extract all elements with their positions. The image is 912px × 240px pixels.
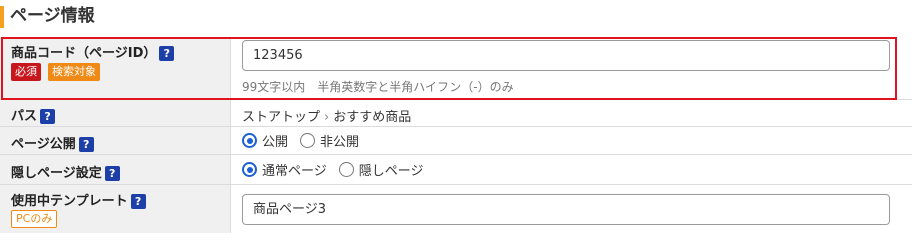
radio-unchecked-icon[interactable] [338, 162, 354, 177]
label-cell: ページ公開? [0, 127, 231, 154]
value-cell: 商品ページ3 [232, 185, 912, 233]
row-hidden-page: 隠しページ設定? 通常ページ 隠しページ [0, 155, 912, 185]
help-icon[interactable]: ? [159, 46, 175, 61]
radio-private[interactable]: 非公開 [300, 131, 359, 150]
radio-label: 通常ページ [262, 164, 327, 179]
radio-normal-page[interactable]: 通常ページ [242, 160, 327, 179]
page-public-label: ページ公開 [11, 137, 76, 152]
section-header: ページ情報 [0, 0, 912, 34]
radio-checked-icon[interactable] [242, 162, 257, 177]
radio-label: 公開 [262, 135, 289, 150]
hidden-page-radio-group: 通常ページ 隠しページ [242, 155, 436, 184]
radio-unchecked-icon[interactable] [300, 133, 316, 148]
radio-hidden-page[interactable]: 隠しページ [338, 160, 424, 179]
product-code-hint: 99文字以内 半角英数字と半角ハイフン（-）のみ [242, 80, 514, 94]
label-cell: 使用中テンプレート? PCのみ [0, 185, 231, 233]
help-icon[interactable]: ? [78, 137, 94, 152]
page-public-radio-group: 公開 非公開 [242, 127, 371, 154]
pc-only-badge: PCのみ [11, 210, 58, 228]
template-label: 使用中テンプレート [11, 194, 128, 209]
search-target-badge: 検索対象 [48, 63, 100, 81]
label-cell: 隠しページ設定? [0, 155, 231, 184]
row-path: パス? ストアトップ › おすすめ商品 [0, 100, 912, 127]
chevron-right-icon: › [324, 110, 330, 125]
row-page-public: ページ公開? 公開 非公開 [0, 127, 912, 155]
breadcrumb: ストアトップ › おすすめ商品 [242, 106, 411, 125]
radio-label: 隠しページ [358, 164, 424, 179]
value-cell: 通常ページ 隠しページ [232, 155, 912, 184]
required-badge: 必須 [11, 63, 41, 81]
help-icon[interactable]: ? [104, 166, 120, 181]
value-cell: 公開 非公開 [232, 127, 912, 154]
label-cell: パス? [0, 100, 231, 126]
breadcrumb-recommended[interactable]: おすすめ商品 [333, 110, 411, 125]
label-cell: 商品コード（ページID）? 必須 検索対象 [0, 37, 231, 99]
section-accent-bar [0, 6, 4, 28]
product-code-label: 商品コード（ページID） [11, 46, 157, 61]
value-cell: ストアトップ › おすすめ商品 [232, 100, 912, 126]
hidden-page-label: 隠しページ設定 [11, 166, 102, 181]
breadcrumb-store-top[interactable]: ストアトップ [242, 110, 320, 125]
row-product-code: 商品コード（ページID）? 必須 検索対象 123456 99文字以内 半角英数… [0, 37, 912, 100]
radio-public[interactable]: 公開 [242, 131, 288, 150]
radio-label: 非公開 [320, 135, 360, 150]
template-select[interactable]: 商品ページ3 [242, 194, 890, 225]
help-icon[interactable]: ? [130, 194, 146, 209]
section-title: ページ情報 [10, 6, 95, 26]
product-code-input[interactable]: 123456 [242, 40, 890, 71]
row-template: 使用中テンプレート? PCのみ 商品ページ3 [0, 185, 912, 233]
radio-checked-icon[interactable] [242, 133, 257, 148]
help-icon[interactable]: ? [40, 109, 56, 124]
path-label: パス [11, 109, 38, 124]
value-cell: 123456 99文字以内 半角英数字と半角ハイフン（-）のみ [232, 37, 912, 99]
